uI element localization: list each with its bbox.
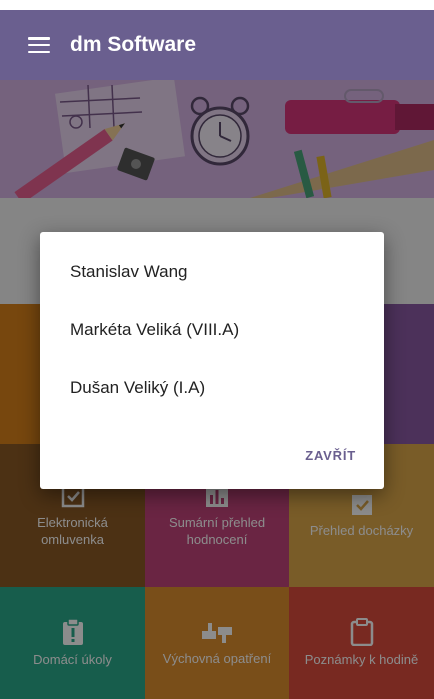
app-bar: dm Software bbox=[0, 10, 434, 80]
status-bar bbox=[0, 0, 434, 10]
dialog-item-marketa-velika[interactable]: Markéta Veliká (VIII.A) bbox=[70, 320, 239, 340]
dialog-item-stanislav-wang[interactable]: Stanislav Wang bbox=[70, 262, 187, 282]
student-select-dialog: Stanislav Wang Markéta Veliká (VIII.A) D… bbox=[40, 232, 384, 489]
dialog-item-dusan-veliky[interactable]: Dušan Veliký (I.A) bbox=[70, 378, 205, 398]
menu-icon[interactable] bbox=[28, 37, 50, 53]
close-button[interactable]: ZAVŘÍT bbox=[305, 448, 356, 463]
app-title: dm Software bbox=[70, 33, 197, 56]
